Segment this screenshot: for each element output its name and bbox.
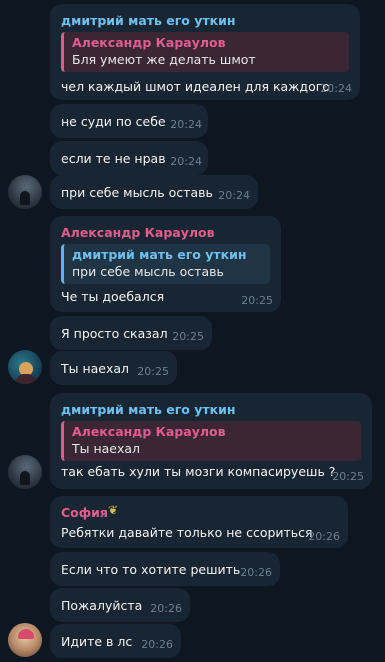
avatar-figure xyxy=(20,471,30,485)
message-time: 20:24 xyxy=(218,189,250,202)
message-text: Че ты доебался xyxy=(61,289,165,304)
reply-sender-name: Александр Караулов xyxy=(72,35,226,50)
message-time: 20:26 xyxy=(240,566,272,579)
message-text: Если что то хотите решить xyxy=(61,562,241,577)
message-time: 20:25 xyxy=(332,470,364,483)
message-time: 20:25 xyxy=(241,294,273,307)
message-text: не суди по себе xyxy=(61,114,166,129)
user-avatar[interactable] xyxy=(8,455,42,489)
message-time: 20:26 xyxy=(308,530,340,543)
message-text: Я просто сказал xyxy=(61,326,168,341)
message-time: 20:24 xyxy=(170,155,202,168)
message-text: чел каждый шмот идеален для каждого xyxy=(61,79,330,94)
reply-sender-name: дмитрий мать его уткин xyxy=(72,247,247,262)
sender-name[interactable]: дмитрий мать его уткин xyxy=(61,402,236,417)
message-bubble[interactable]: Я просто сказал 20:25 xyxy=(50,316,212,350)
reply-text: Бля умеют же делать шмот xyxy=(72,52,256,67)
message-text: Идите в лс xyxy=(61,634,133,649)
reply-sender-name: Александр Караулов xyxy=(72,424,226,439)
message-text: при себе мысль оставь xyxy=(61,185,213,200)
message-text: так ебать хули ты мозги компасируешь ? xyxy=(61,464,336,479)
reply-quote[interactable]: дмитрий мать его уткин при себе мысль ос… xyxy=(61,244,270,284)
message-bubble[interactable]: дмитрий мать его уткин Александр Карауло… xyxy=(50,393,372,489)
sender-name[interactable]: дмитрий мать его уткин xyxy=(61,13,236,28)
message-time: 20:26 xyxy=(141,638,173,651)
butterfly-emoji-icon: ❦ xyxy=(108,503,119,517)
avatar-figure-body xyxy=(16,374,36,384)
message-bubble[interactable]: Если что то хотите решить 20:26 xyxy=(50,552,280,586)
message-bubble[interactable]: не суди по себе 20:24 xyxy=(50,104,208,138)
user-avatar[interactable] xyxy=(8,350,42,384)
message-bubble[interactable]: Ты наехал 20:25 xyxy=(50,351,177,385)
message-time: 20:25 xyxy=(172,330,204,343)
message-time: 20:24 xyxy=(320,82,352,95)
reply-quote[interactable]: Александр Караулов Бля умеют же делать ш… xyxy=(61,32,349,72)
message-bubble[interactable]: София ❦ Ребятки давайте только не ссорит… xyxy=(50,496,348,548)
avatar-figure xyxy=(20,191,30,205)
sender-name[interactable]: София xyxy=(61,505,108,520)
message-text: Ребятки давайте только не ссориться xyxy=(61,525,313,540)
reply-text: Ты наехал xyxy=(72,441,141,456)
message-time: 20:24 xyxy=(170,118,202,131)
user-avatar[interactable] xyxy=(8,623,42,657)
message-bubble[interactable]: при себе мысль оставь 20:24 xyxy=(50,175,258,209)
user-avatar[interactable] xyxy=(8,175,42,209)
message-text: Ты наехал xyxy=(61,361,130,376)
message-bubble[interactable]: если те не нрав 20:24 xyxy=(50,141,208,175)
message-bubble[interactable]: дмитрий мать его уткин Александр Карауло… xyxy=(50,4,360,100)
message-bubble[interactable]: Александр Караулов дмитрий мать его утки… xyxy=(50,216,281,312)
avatar-figure xyxy=(18,629,34,639)
message-bubble[interactable]: Пожалуйста 20:26 xyxy=(50,588,190,622)
reply-quote[interactable]: Александр Караулов Ты наехал xyxy=(61,421,361,461)
message-text: если те не нрав xyxy=(61,151,166,166)
message-time: 20:26 xyxy=(150,602,182,615)
message-bubble[interactable]: Идите в лс 20:26 xyxy=(50,624,181,658)
message-time: 20:25 xyxy=(137,365,169,378)
sender-name[interactable]: Александр Караулов xyxy=(61,225,215,240)
message-text: Пожалуйста xyxy=(61,598,143,613)
reply-text: при себе мысль оставь xyxy=(72,264,224,279)
